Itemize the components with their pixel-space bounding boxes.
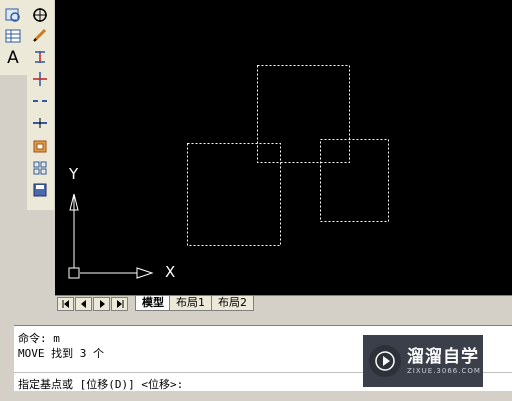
draw-toolbar: A <box>0 0 27 75</box>
prev-tab-button[interactable] <box>75 297 92 311</box>
selected-rectangle-top[interactable] <box>257 65 350 163</box>
play-icon <box>369 345 401 377</box>
save-icon[interactable] <box>30 180 50 200</box>
chamfer-icon[interactable] <box>30 136 50 156</box>
tab-model[interactable]: 模型 <box>135 296 171 311</box>
join-icon[interactable] <box>30 113 50 133</box>
first-tab-button[interactable] <box>57 297 74 311</box>
pencil-icon[interactable] <box>30 25 50 45</box>
move-crosshair-icon[interactable] <box>30 5 50 25</box>
command-history-line: MOVE 找到 3 个 <box>18 347 104 360</box>
status-strip <box>0 391 512 401</box>
layout-tab-bar: 模型 布局1 布局2 <box>55 295 512 311</box>
multiline-text-icon[interactable]: A <box>3 48 23 68</box>
watermark-url: ZIXUE.3066.COM <box>407 367 481 375</box>
ucs-y-label: Y <box>69 165 79 183</box>
ucs-icon <box>68 193 154 279</box>
stretch-icon[interactable] <box>30 47 50 67</box>
tab-layout1[interactable]: 布局1 <box>169 296 212 311</box>
drawing-canvas[interactable]: Y X <box>55 0 512 295</box>
watermark-logo: 溜溜自学 ZIXUE.3066.COM <box>363 335 483 387</box>
ucs-x-label: X <box>165 263 176 281</box>
array-icon[interactable] <box>30 158 50 178</box>
modify-toolbar <box>27 0 54 210</box>
break-icon[interactable] <box>30 91 50 111</box>
tab-layout2[interactable]: 布局2 <box>211 296 254 311</box>
selected-rectangle-right[interactable] <box>320 139 389 222</box>
last-tab-button[interactable] <box>111 297 128 311</box>
command-prompt[interactable]: 指定基点或 [位移(D)] <位移>: <box>18 376 183 392</box>
trim-icon[interactable] <box>30 69 50 89</box>
selected-rectangle-left[interactable] <box>187 143 281 246</box>
command-history-line: 命令: m <box>18 332 60 345</box>
table-icon[interactable] <box>3 26 23 46</box>
next-tab-button[interactable] <box>93 297 110 311</box>
watermark-title: 溜溜自学 <box>407 347 479 367</box>
insert-block-icon[interactable] <box>3 5 23 25</box>
